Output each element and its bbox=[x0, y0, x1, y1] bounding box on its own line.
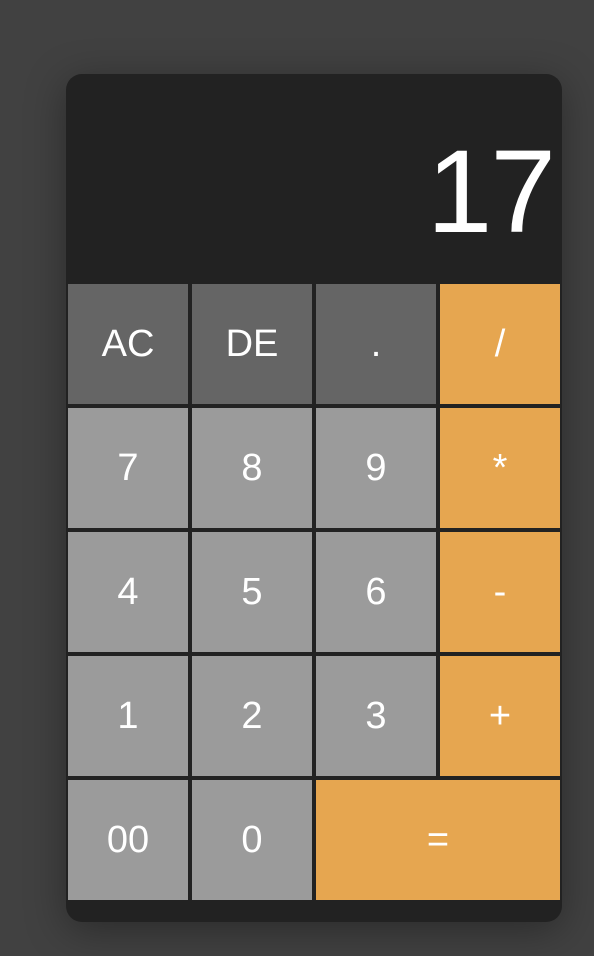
calculator: 17 AC DE . / 7 8 9 * 4 5 6 - 1 2 3 + 00 … bbox=[66, 74, 562, 922]
digit-7-button[interactable]: 7 bbox=[68, 408, 188, 528]
digit-3-button[interactable]: 3 bbox=[316, 656, 436, 776]
display-value: 17 bbox=[426, 126, 556, 258]
subtract-button[interactable]: - bbox=[440, 532, 560, 652]
digit-0-button[interactable]: 0 bbox=[192, 780, 312, 900]
digit-5-button[interactable]: 5 bbox=[192, 532, 312, 652]
add-button[interactable]: + bbox=[440, 656, 560, 776]
digit-9-button[interactable]: 9 bbox=[316, 408, 436, 528]
clear-all-button[interactable]: AC bbox=[68, 284, 188, 404]
double-zero-button[interactable]: 00 bbox=[68, 780, 188, 900]
decimal-button[interactable]: . bbox=[316, 284, 436, 404]
digit-6-button[interactable]: 6 bbox=[316, 532, 436, 652]
digit-1-button[interactable]: 1 bbox=[68, 656, 188, 776]
digit-4-button[interactable]: 4 bbox=[68, 532, 188, 652]
delete-button[interactable]: DE bbox=[192, 284, 312, 404]
digit-2-button[interactable]: 2 bbox=[192, 656, 312, 776]
display: 17 bbox=[66, 74, 562, 282]
multiply-button[interactable]: * bbox=[440, 408, 560, 528]
digit-8-button[interactable]: 8 bbox=[192, 408, 312, 528]
divide-button[interactable]: / bbox=[440, 284, 560, 404]
keypad: AC DE . / 7 8 9 * 4 5 6 - 1 2 3 + 00 0 = bbox=[66, 282, 562, 902]
equals-button[interactable]: = bbox=[316, 780, 560, 900]
